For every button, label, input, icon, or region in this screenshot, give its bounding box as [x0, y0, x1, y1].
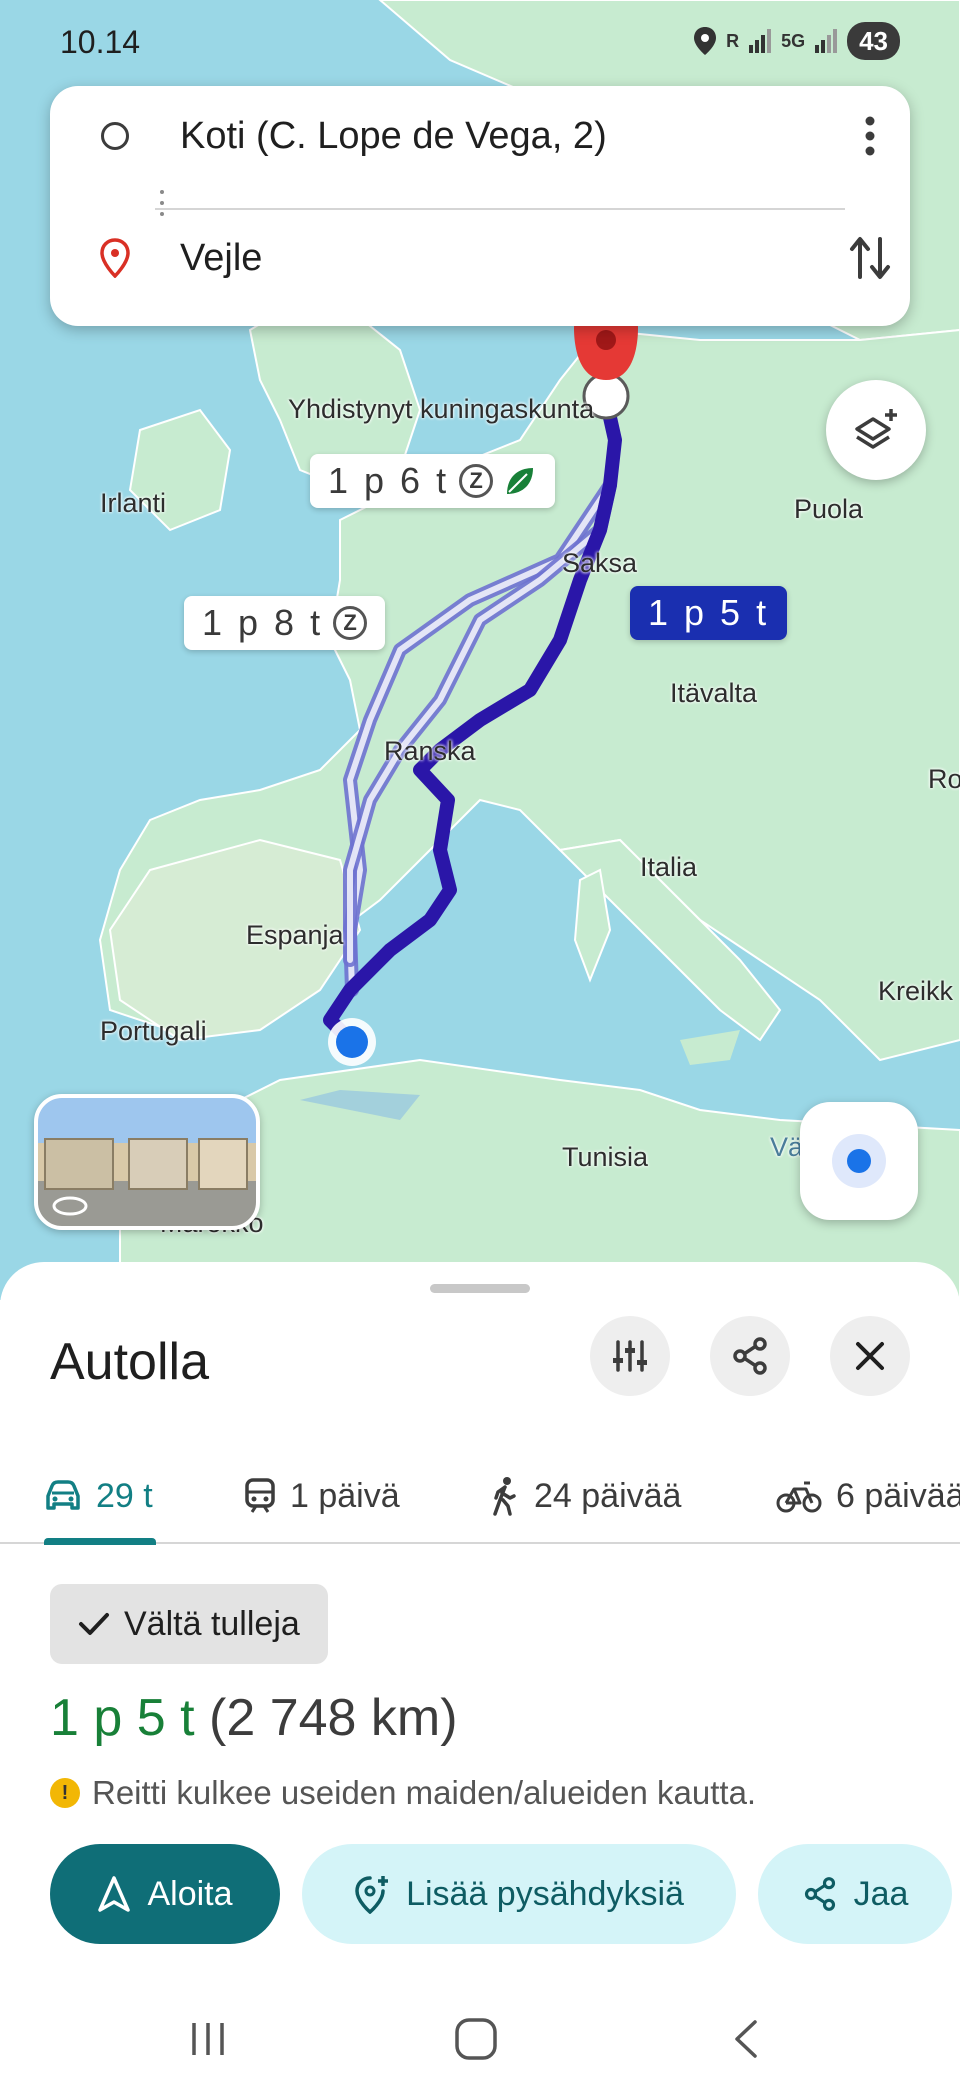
battery-level: 43: [859, 25, 888, 56]
route-duration: 1 p 5 t: [50, 1689, 195, 1747]
share-button[interactable]: Jaa: [758, 1844, 952, 1944]
bike-icon: [776, 1481, 822, 1513]
recent-apps-button[interactable]: [178, 2014, 238, 2064]
map-label-germany: Saksa: [562, 548, 638, 578]
share-route-button[interactable]: [710, 1316, 790, 1396]
tab-transit[interactable]: 1 päivä: [244, 1448, 400, 1544]
my-location-icon: [832, 1134, 886, 1188]
transit-icon: [245, 1478, 275, 1513]
share-label: Jaa: [853, 1874, 909, 1913]
navigation-arrow-icon: [98, 1876, 131, 1912]
route-warning: ! Reitti kulkee useiden maiden/alueiden …: [50, 1774, 756, 1812]
map-label-italy: Italia: [640, 852, 698, 882]
recent-apps-icon: [192, 2023, 224, 2055]
more-menu-icon[interactable]: [830, 116, 910, 156]
location-icon: [694, 27, 717, 55]
avoid-tolls-chip[interactable]: Vältä tulleja: [50, 1584, 328, 1664]
route-option-alt-duration: 1 p 8 t: [202, 602, 324, 643]
map-label-austria: Itävalta: [670, 678, 758, 708]
map-label-ireland: Irlanti: [100, 488, 167, 518]
route-option-selected[interactable]: 1 p 5 t: [630, 586, 788, 640]
tab-bike[interactable]: 6 päivää: [776, 1448, 960, 1544]
tab-walk-label: 24 päivää: [534, 1476, 682, 1515]
route-option-eco[interactable]: 1 p 6 t Z: [310, 454, 556, 508]
back-icon: [735, 2020, 757, 2058]
map-label-tunisia: Tunisia: [562, 1142, 649, 1172]
tune-icon: [613, 1340, 647, 1372]
layers-icon: [855, 409, 897, 449]
destination-pin-icon: [100, 238, 130, 278]
map-label-romania: Ro: [928, 764, 960, 794]
destination-row[interactable]: Vejle: [50, 208, 910, 308]
route-option-selected-duration: 1 p 5 t: [648, 592, 770, 633]
route-option-alt[interactable]: 1 p 8 t Z: [184, 596, 386, 650]
sheet-title: Autolla: [50, 1333, 209, 1391]
tab-car[interactable]: 29 t: [44, 1448, 153, 1544]
eco-leaf-icon: [507, 468, 534, 494]
my-location-button[interactable]: [800, 1102, 918, 1220]
avoid-tolls-label: Vältä tulleja: [124, 1604, 300, 1643]
map-label-uk: Yhdistynyt kuningaskunta: [288, 394, 595, 424]
route-option-eco-duration: 1 p 6 t: [328, 460, 450, 501]
active-tab-indicator: [44, 1538, 156, 1545]
map-label-france: Ranska: [384, 736, 476, 766]
close-button[interactable]: [830, 1316, 910, 1396]
route-warning-text: Reitti kulkee useiden maiden/alueiden ka…: [92, 1774, 757, 1811]
map-label-poland: Puola: [794, 494, 864, 524]
route-options-button[interactable]: [590, 1316, 670, 1396]
system-navigation-bar: [0, 2002, 960, 2080]
layers-button[interactable]: [826, 380, 926, 480]
map-label-portugal: Portugali: [100, 1016, 207, 1046]
add-location-icon: [355, 1876, 389, 1914]
rotate-360-icon: [52, 1196, 88, 1216]
route-distance: (2 748 km): [209, 1689, 458, 1747]
start-navigation-button[interactable]: Aloita: [50, 1844, 280, 1944]
toll-icon: Z: [459, 464, 494, 498]
origin-circle-icon: [101, 122, 129, 150]
check-icon: [79, 1613, 109, 1635]
toll-icon: Z: [333, 606, 368, 640]
add-stops-label: Lisää pysähdyksiä: [406, 1874, 684, 1913]
signal-icon: [749, 29, 772, 53]
travel-mode-tabs: 29 t 1 päivä 24 päivää 6 päivää: [0, 1448, 960, 1545]
status-time: 10.14: [60, 24, 141, 60]
signal-label-5g: 5G: [781, 30, 806, 51]
tab-transit-label: 1 päivä: [290, 1476, 400, 1515]
start-navigation-label: Aloita: [147, 1874, 233, 1913]
back-button[interactable]: [716, 2014, 776, 2064]
share-icon: [733, 1337, 767, 1375]
car-icon: [46, 1480, 80, 1510]
map-label-spain: Espanja: [246, 920, 344, 950]
sheet-drag-handle[interactable]: [430, 1284, 530, 1293]
add-stops-button[interactable]: Lisää pysähdyksiä: [302, 1844, 736, 1944]
origin-row[interactable]: Koti (C. Lope de Vega, 2): [50, 86, 910, 186]
directions-sheet: Autolla 29 t 1 päivä 24 päivää 6 päivää: [0, 1262, 960, 2080]
share-icon: [804, 1877, 835, 1911]
street-view-thumbnail[interactable]: [34, 1094, 260, 1230]
home-button[interactable]: [446, 2014, 506, 2064]
origin-field[interactable]: Koti (C. Lope de Vega, 2): [180, 115, 830, 158]
map-label-greece: Kreikk: [878, 976, 954, 1006]
status-icons: R 5G 43: [694, 22, 900, 60]
route-summary: 1 p 5 t (2 748 km): [50, 1688, 458, 1748]
route-input-card: Koti (C. Lope de Vega, 2) Vejle: [50, 86, 910, 326]
walk-icon: [493, 1477, 516, 1516]
tab-bike-label: 6 päivää: [836, 1476, 960, 1515]
map-label-sea: Vä: [770, 1132, 804, 1162]
map-view[interactable]: 10.14 R 5G 43 Koti (C. Lope de Vega, 2) …: [0, 0, 960, 1300]
signal-icon-2: [815, 29, 838, 53]
warning-icon: !: [50, 1778, 80, 1808]
home-icon: [455, 2018, 497, 2060]
battery-indicator: 43: [847, 22, 900, 60]
signal-label-r: R: [726, 30, 740, 51]
tab-walk[interactable]: 24 päivää: [490, 1448, 681, 1544]
close-icon: [856, 1342, 884, 1370]
destination-field[interactable]: Vejle: [180, 237, 830, 280]
tab-car-label: 29 t: [96, 1476, 153, 1515]
swap-icon[interactable]: [830, 233, 910, 283]
status-bar: 10.14 R 5G 43: [0, 0, 960, 84]
